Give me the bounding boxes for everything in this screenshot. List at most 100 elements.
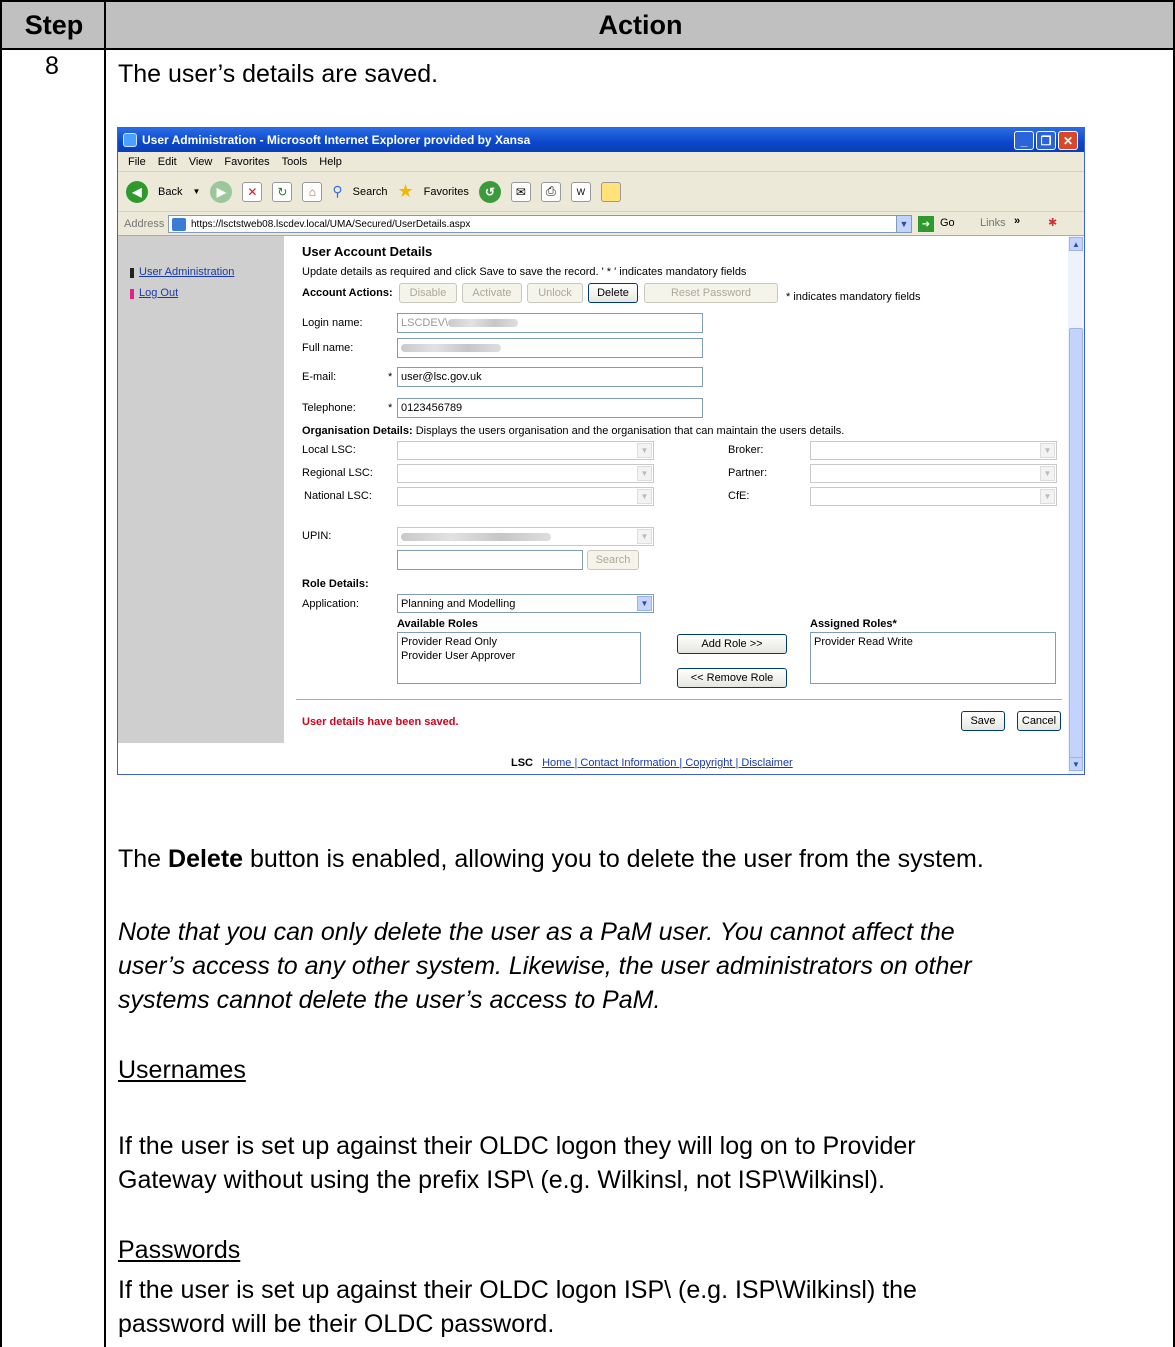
scroll-up-icon[interactable]: ▲ [1069,237,1083,251]
vertical-scrollbar[interactable]: ▲ ▼ [1068,236,1084,774]
menu-tools[interactable]: Tools [282,156,308,168]
reset-password-button[interactable]: Reset Password [644,283,778,303]
toolbar-extension-icon[interactable]: ✱ [1048,216,1057,229]
upin-search-input[interactable] [397,550,583,570]
upin-search-button[interactable]: Search [587,550,639,570]
page-title: User Account Details [302,244,433,259]
login-name-field[interactable]: LSCDEV\ [397,313,703,333]
note-icon[interactable] [600,181,621,202]
available-roles-label: Available Roles [397,618,478,630]
cfe-select[interactable]: ▼ [810,487,1057,506]
refresh-icon[interactable]: ↻ [272,181,293,202]
search-icon[interactable]: ⚲ [332,183,342,200]
go-button-label[interactable]: Go [940,217,955,229]
menu-favorites[interactable]: Favorites [224,156,269,168]
table-header-row: Step Action [0,0,1175,50]
restore-icon[interactable]: ❐ [1036,131,1056,150]
delete-text-bold: Delete [168,845,244,873]
stop-icon[interactable]: ✕ [242,181,263,202]
sidebar-item-log-out[interactable]: Log Out [130,287,178,299]
go-arrow-icon[interactable]: ➜ [918,216,934,232]
menu-view[interactable]: View [189,156,213,168]
menu-help[interactable]: Help [319,156,342,168]
add-role-button[interactable]: Add Role >> [677,634,787,654]
browser-screenshot: User Administration - Microsoft Internet… [117,127,1085,775]
application-select[interactable]: Planning and Modelling ▼ [397,594,654,613]
activate-button[interactable]: Activate [462,283,522,303]
favorites-button-label[interactable]: Favorites [424,186,469,198]
page-icon [172,218,186,231]
assigned-roles-list[interactable]: Provider Read Write [810,632,1056,684]
usernames-line-1: If the user is set up against their OLDC… [118,1132,916,1160]
available-roles-list[interactable]: Provider Read Only Provider User Approve… [397,632,641,684]
browser-toolbar: ◀ Back ▼ ▶ ✕ ↻ ⌂ ⚲ Search ★ Favorites ↺ … [118,172,1084,212]
address-input[interactable]: https://lsctstweb08.lscdev.local/UMA/Sec… [168,215,908,233]
application-label: Application: [302,598,359,610]
menu-edit[interactable]: Edit [158,156,177,168]
list-item[interactable]: Provider Read Only [401,635,637,649]
remove-role-button[interactable]: << Remove Role [677,668,787,688]
full-name-label: Full name: [302,342,354,354]
scrollbar-thumb[interactable] [1069,328,1083,758]
save-button[interactable]: Save [961,711,1005,731]
delete-button[interactable]: Delete [588,283,638,303]
email-field[interactable]: user@lsc.gov.uk [397,367,703,387]
note-line-3: systems cannot delete the user’s access … [118,986,661,1014]
ie-app-icon [123,133,137,147]
partner-label: Partner: [728,467,768,479]
broker-select[interactable]: ▼ [810,441,1057,460]
search-button-label[interactable]: Search [353,186,388,198]
passwords-line-2: password will be their OLDC password. [118,1310,555,1338]
column-divider [104,50,106,1347]
telephone-field[interactable]: 0123456789 [397,398,703,418]
full-name-field[interactable] [397,338,703,358]
login-name-value: LSCDEV\ [401,317,449,329]
national-lsc-label: National LSC: [304,490,372,502]
close-icon[interactable]: ✕ [1058,131,1078,150]
note-line-2: user’s access to any other system. Likew… [118,952,972,980]
mail-icon[interactable]: ✉ [510,181,531,202]
menu-file[interactable]: File [128,156,146,168]
chevron-down-icon: ▼ [1040,443,1055,458]
favorites-star-icon[interactable]: ★ [398,181,414,202]
print-icon[interactable]: ⎙ [540,181,561,202]
links-chevron-icon[interactable]: » [1014,215,1020,227]
bullet-marker [130,268,134,278]
back-dropdown-icon[interactable]: ▼ [192,187,200,196]
address-dropdown-icon[interactable]: ▼ [896,215,912,233]
sidebar-item-user-administration[interactable]: User Administration [130,266,234,278]
list-item[interactable]: Provider Read Write [814,635,1052,649]
telephone-label: Telephone: [302,402,356,414]
back-arrow-icon[interactable]: ◀ [126,180,148,203]
chevron-down-icon: ▼ [1040,489,1055,504]
list-item[interactable]: Provider User Approver [401,649,637,663]
sidebar-item-label: User Administration [139,266,235,278]
word-icon[interactable]: W [570,181,591,202]
back-button-label[interactable]: Back [158,186,182,198]
minimize-icon[interactable]: _ [1014,131,1034,150]
regional-lsc-select[interactable]: ▼ [397,464,654,483]
disable-button[interactable]: Disable [399,283,457,303]
footer: LSC Home | Contact Information | Copyrig… [511,757,793,769]
history-icon[interactable]: ↺ [478,180,501,203]
email-label: E-mail: [302,371,337,383]
partner-select[interactable]: ▼ [810,464,1057,483]
national-lsc-select[interactable]: ▼ [397,487,654,506]
divider [296,699,1062,700]
footer-links[interactable]: Home | Contact Information | Copyright |… [542,757,793,769]
address-bar: Address https://lsctstweb08.lscdev.local… [118,212,1084,236]
home-icon[interactable]: ⌂ [302,181,323,202]
cfe-label: CfE: [728,490,750,502]
unlock-button[interactable]: Unlock [527,283,583,303]
forward-arrow-icon[interactable]: ▶ [210,180,233,203]
local-lsc-select[interactable]: ▼ [397,441,654,460]
upin-select[interactable]: ▼ [397,527,654,546]
scroll-down-icon[interactable]: ▼ [1069,757,1083,771]
links-label[interactable]: Links [980,217,1006,229]
usernames-heading: Usernames [118,1056,246,1084]
assigned-roles-label: Assigned Roles* [810,618,897,630]
redacted-text [448,319,519,327]
cancel-button[interactable]: Cancel [1017,711,1061,731]
login-name-label: Login name: [302,317,363,329]
broker-label: Broker: [728,444,764,456]
